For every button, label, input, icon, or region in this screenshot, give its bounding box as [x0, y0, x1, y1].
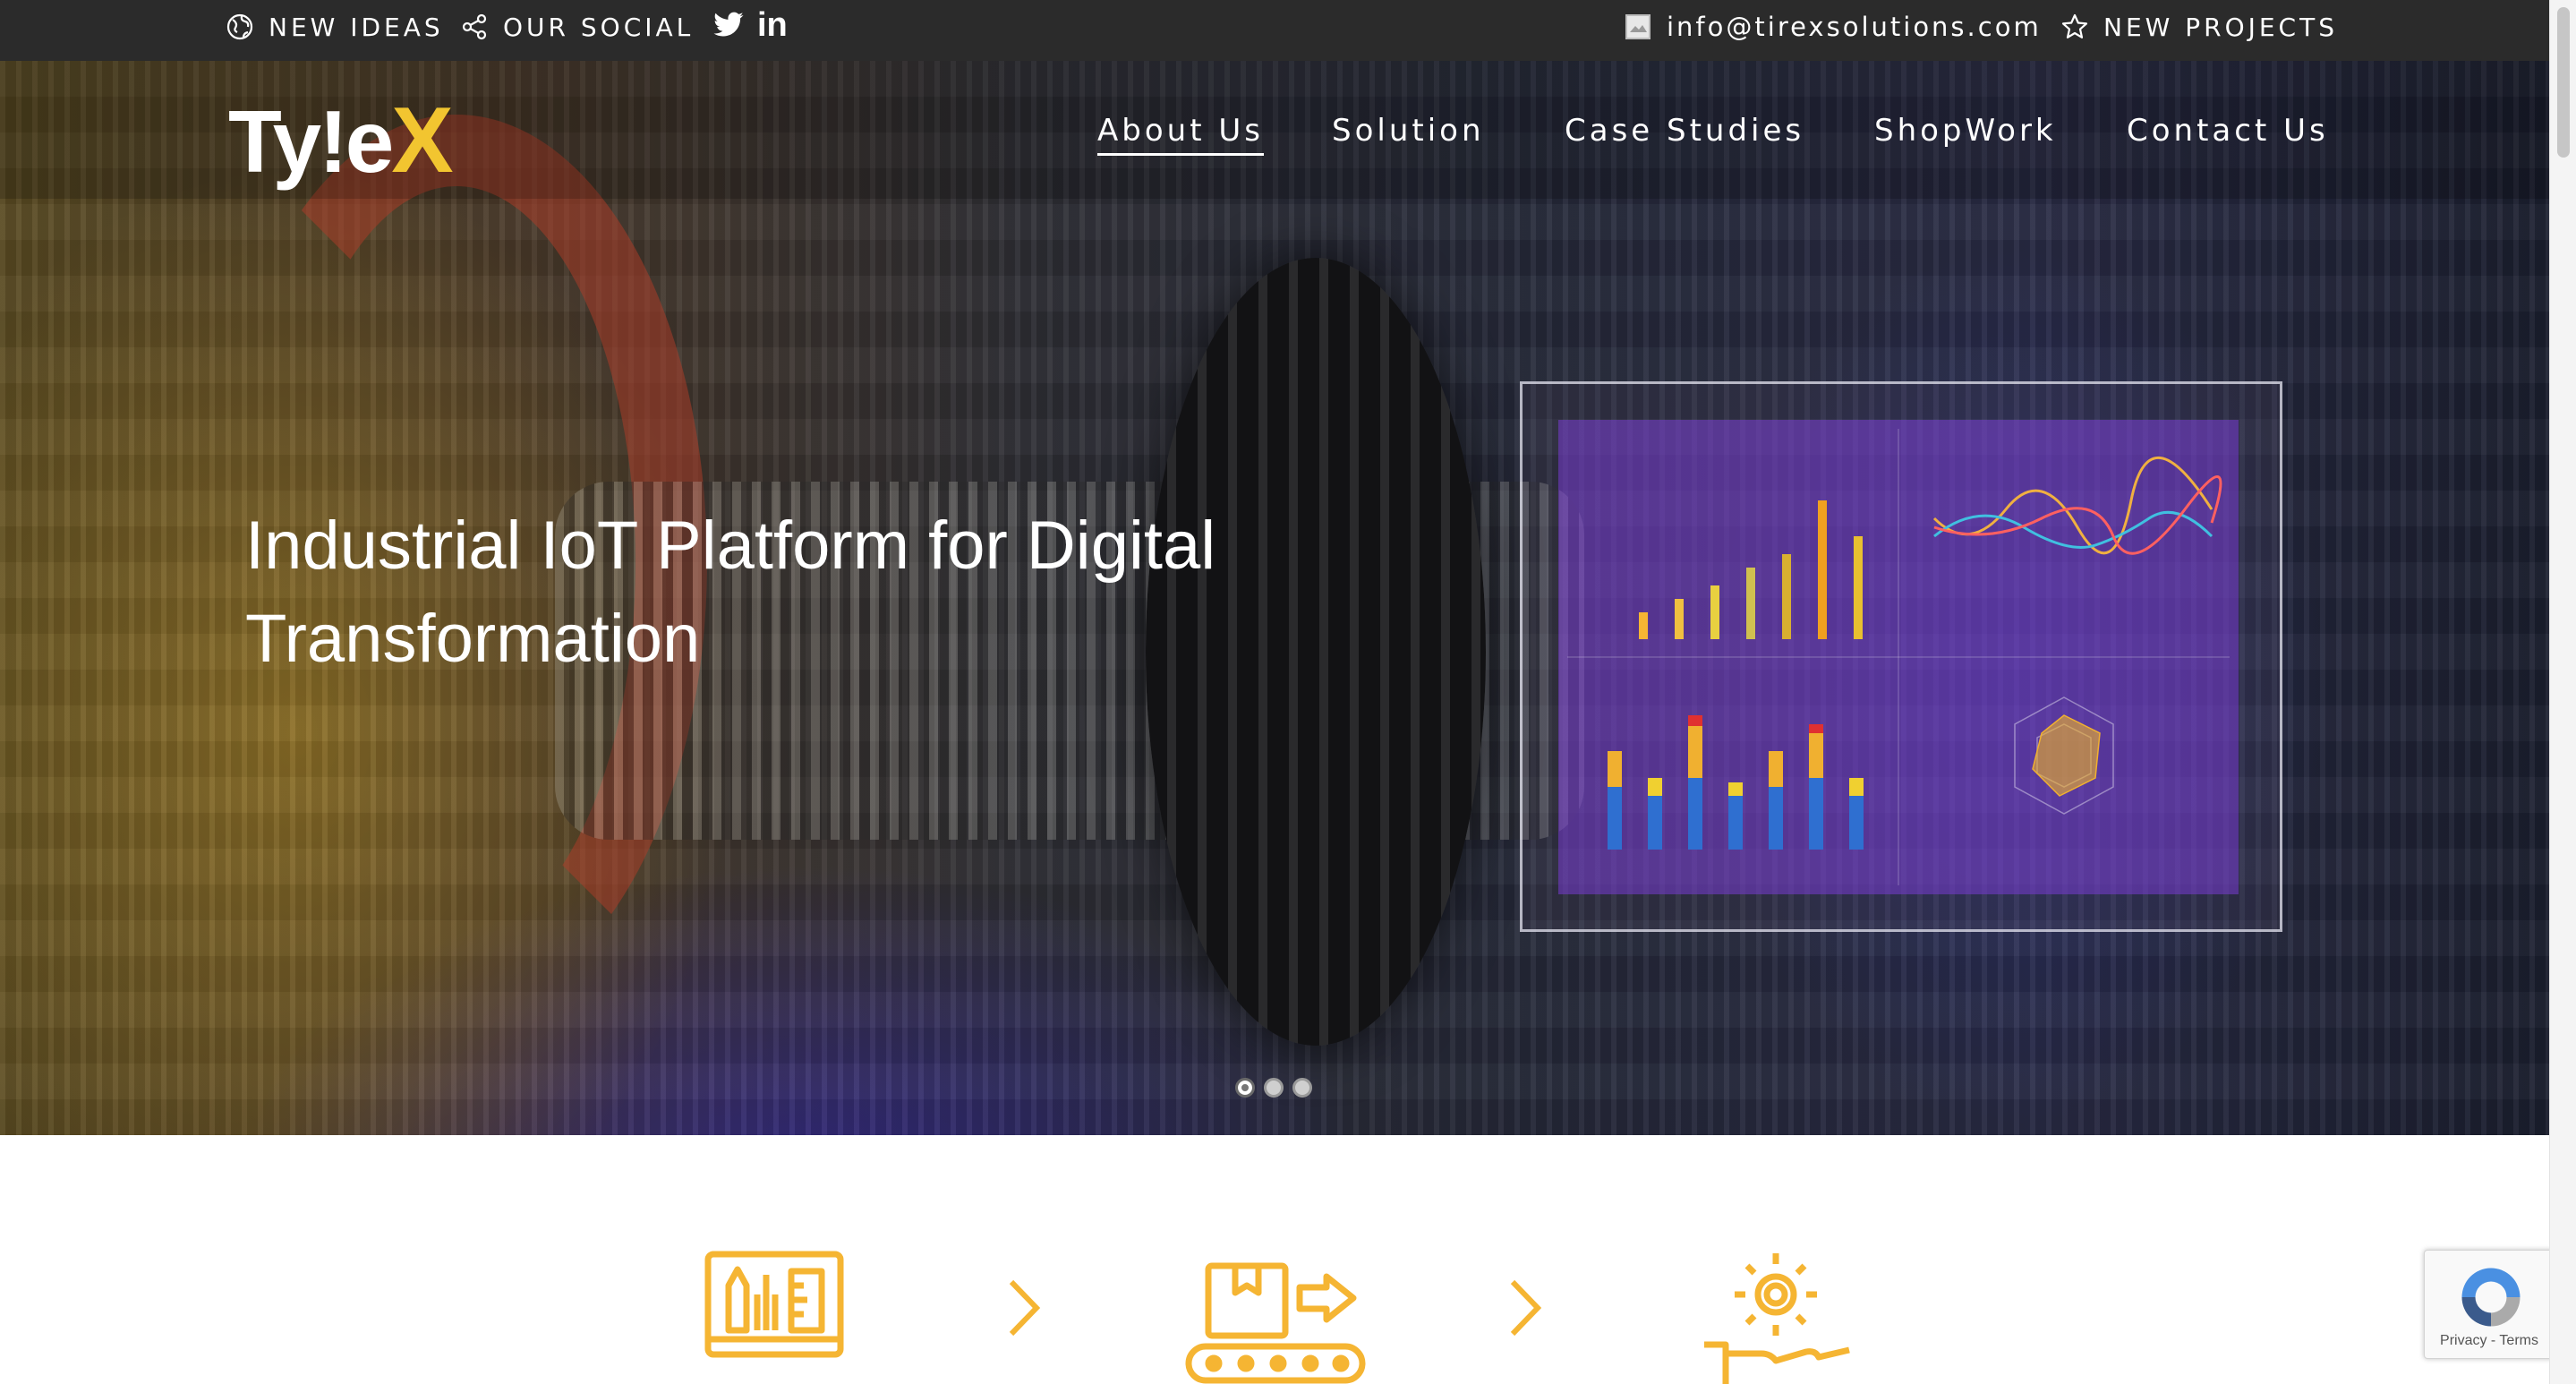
dashboard-illustration: [1520, 381, 2282, 932]
top-bar: NEW IDEAS OUR SOCIAL in info@tirexsoluti…: [0, 0, 2549, 61]
new-projects-label: NEW PROJECTS: [2103, 12, 2338, 42]
email-label: info@tirexsolutions.com: [1667, 12, 2042, 42]
hero-headline-line2: Transformation: [245, 601, 701, 677]
hero-headline: Industrial IoT Platform for Digital Tran…: [245, 500, 1319, 686]
nav-case-studies[interactable]: Case Studies: [1565, 104, 1804, 158]
page-scrollbar[interactable]: [2549, 0, 2576, 1384]
hero-headline-line1: Industrial IoT Platform for Digital: [245, 508, 1216, 584]
hero-slider: Ty!e X About Us Solution Case Studies Sh…: [0, 61, 2549, 1135]
conveyor-box-icon: [1183, 1260, 1368, 1384]
logo-accent-text: X: [391, 89, 454, 192]
slider-dots: [1235, 1078, 1312, 1098]
chevron-right-icon: [1507, 1278, 1543, 1337]
design-monitor-icon: [704, 1250, 845, 1366]
star-icon: [2061, 13, 2088, 38]
slider-dot-2[interactable]: [1264, 1078, 1284, 1098]
dashboard-bar-chart: [1639, 500, 1863, 639]
dashboard-radar-chart: [2014, 696, 2114, 815]
new-ideas-link[interactable]: NEW IDEAS: [226, 0, 444, 54]
globe-icon: [226, 13, 253, 40]
slider-dot-1[interactable]: [1235, 1078, 1255, 1098]
our-social-label: OUR SOCIAL: [503, 12, 695, 42]
nav-contact-us[interactable]: Contact Us: [2127, 104, 2329, 158]
nav-solution[interactable]: Solution: [1332, 104, 1485, 158]
slider-dot-3[interactable]: [1292, 1078, 1312, 1098]
linkedin-icon[interactable]: in: [757, 2, 788, 48]
share-icon: [462, 13, 487, 40]
nav-about-us[interactable]: About Us: [1097, 104, 1264, 158]
email-link[interactable]: info@tirexsolutions.com: [1624, 0, 2042, 54]
scrollbar-thumb[interactable]: [2557, 7, 2570, 158]
recaptcha-icon: [2461, 1268, 2521, 1327]
logo-main-text: Ty!e: [228, 92, 394, 191]
chevron-right-icon: [1006, 1278, 1042, 1337]
dashboard-charts-graphic: [1567, 429, 2230, 885]
twitter-icon[interactable]: [712, 9, 745, 41]
dashboard-line-chart: [1932, 457, 2222, 555]
gear-hand-icon: [1699, 1246, 1855, 1384]
site-logo[interactable]: Ty!e X: [228, 88, 454, 192]
new-ideas-label: NEW IDEAS: [269, 12, 444, 42]
dashboard-stacked-bar-chart: [1608, 715, 1864, 850]
new-projects-link[interactable]: NEW PROJECTS: [2060, 0, 2338, 54]
our-social-link[interactable]: OUR SOCIAL: [460, 0, 694, 54]
recaptcha-privacy-terms[interactable]: Privacy - Terms: [2425, 1333, 2554, 1349]
nav-shopwork[interactable]: ShopWork: [1874, 104, 2057, 158]
dashboard-screen: [1558, 420, 2239, 894]
recaptcha-badge[interactable]: Privacy - Terms: [2424, 1250, 2555, 1359]
email-icon: [1625, 14, 1651, 39]
